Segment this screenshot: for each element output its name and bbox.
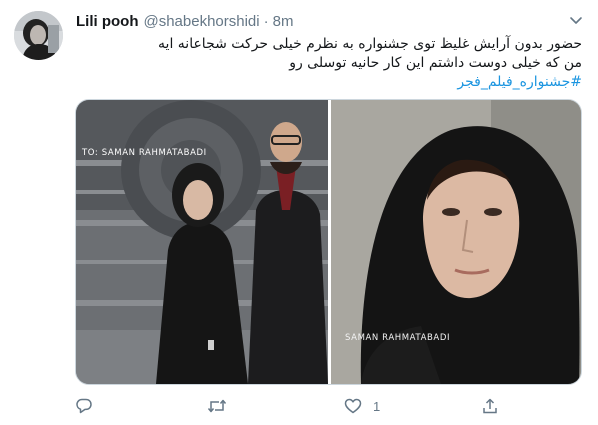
retweet-button[interactable] (207, 395, 227, 417)
hashtag-link[interactable]: #جشنواره_فیلم_فجر (76, 73, 582, 92)
tweet-text-line: من که خیلی دوست داشتم این کار حانیه توسل… (289, 55, 582, 71)
tweet-text: حضور بدون آرایش غلیظ توی جشنواره به نظرم… (76, 35, 582, 92)
avatar[interactable] (14, 11, 63, 60)
tweet-timestamp[interactable]: 8m (273, 13, 294, 30)
media-gallery: TO: SAMAN RAHMATABADI SAMAN RAHMATABADI (75, 99, 582, 385)
reply-icon (75, 397, 93, 415)
share-button[interactable] (481, 395, 499, 417)
heart-icon (344, 397, 362, 415)
tweet-text-line: حضور بدون آرایش غلیظ توی جشنواره به نظرم… (158, 36, 582, 52)
tweet-actions: 1 (0, 395, 598, 417)
tweet-header: Lili pooh @shabekhorshidi · 8m (76, 11, 293, 31)
share-icon (481, 397, 499, 415)
reply-button[interactable] (75, 395, 93, 417)
like-count: 1 (373, 398, 381, 414)
chevron-down-icon[interactable] (568, 12, 584, 28)
retweet-icon (207, 397, 227, 415)
tweet-card[interactable]: Lili pooh @shabekhorshidi · 8m حضور بدون… (0, 0, 598, 425)
user-handle[interactable]: @shabekhorshidi (143, 13, 259, 30)
display-name[interactable]: Lili pooh (76, 13, 138, 30)
separator-dot: · (263, 12, 269, 30)
photo-watermark: SAMAN RAHMATABADI (345, 333, 451, 343)
like-button[interactable]: 1 (344, 395, 380, 417)
tweet-photo-right[interactable]: SAMAN RAHMATABADI (331, 100, 581, 384)
photo-watermark: TO: SAMAN RAHMATABADI (82, 148, 207, 158)
tweet-photo-left[interactable]: TO: SAMAN RAHMATABADI (76, 100, 328, 384)
